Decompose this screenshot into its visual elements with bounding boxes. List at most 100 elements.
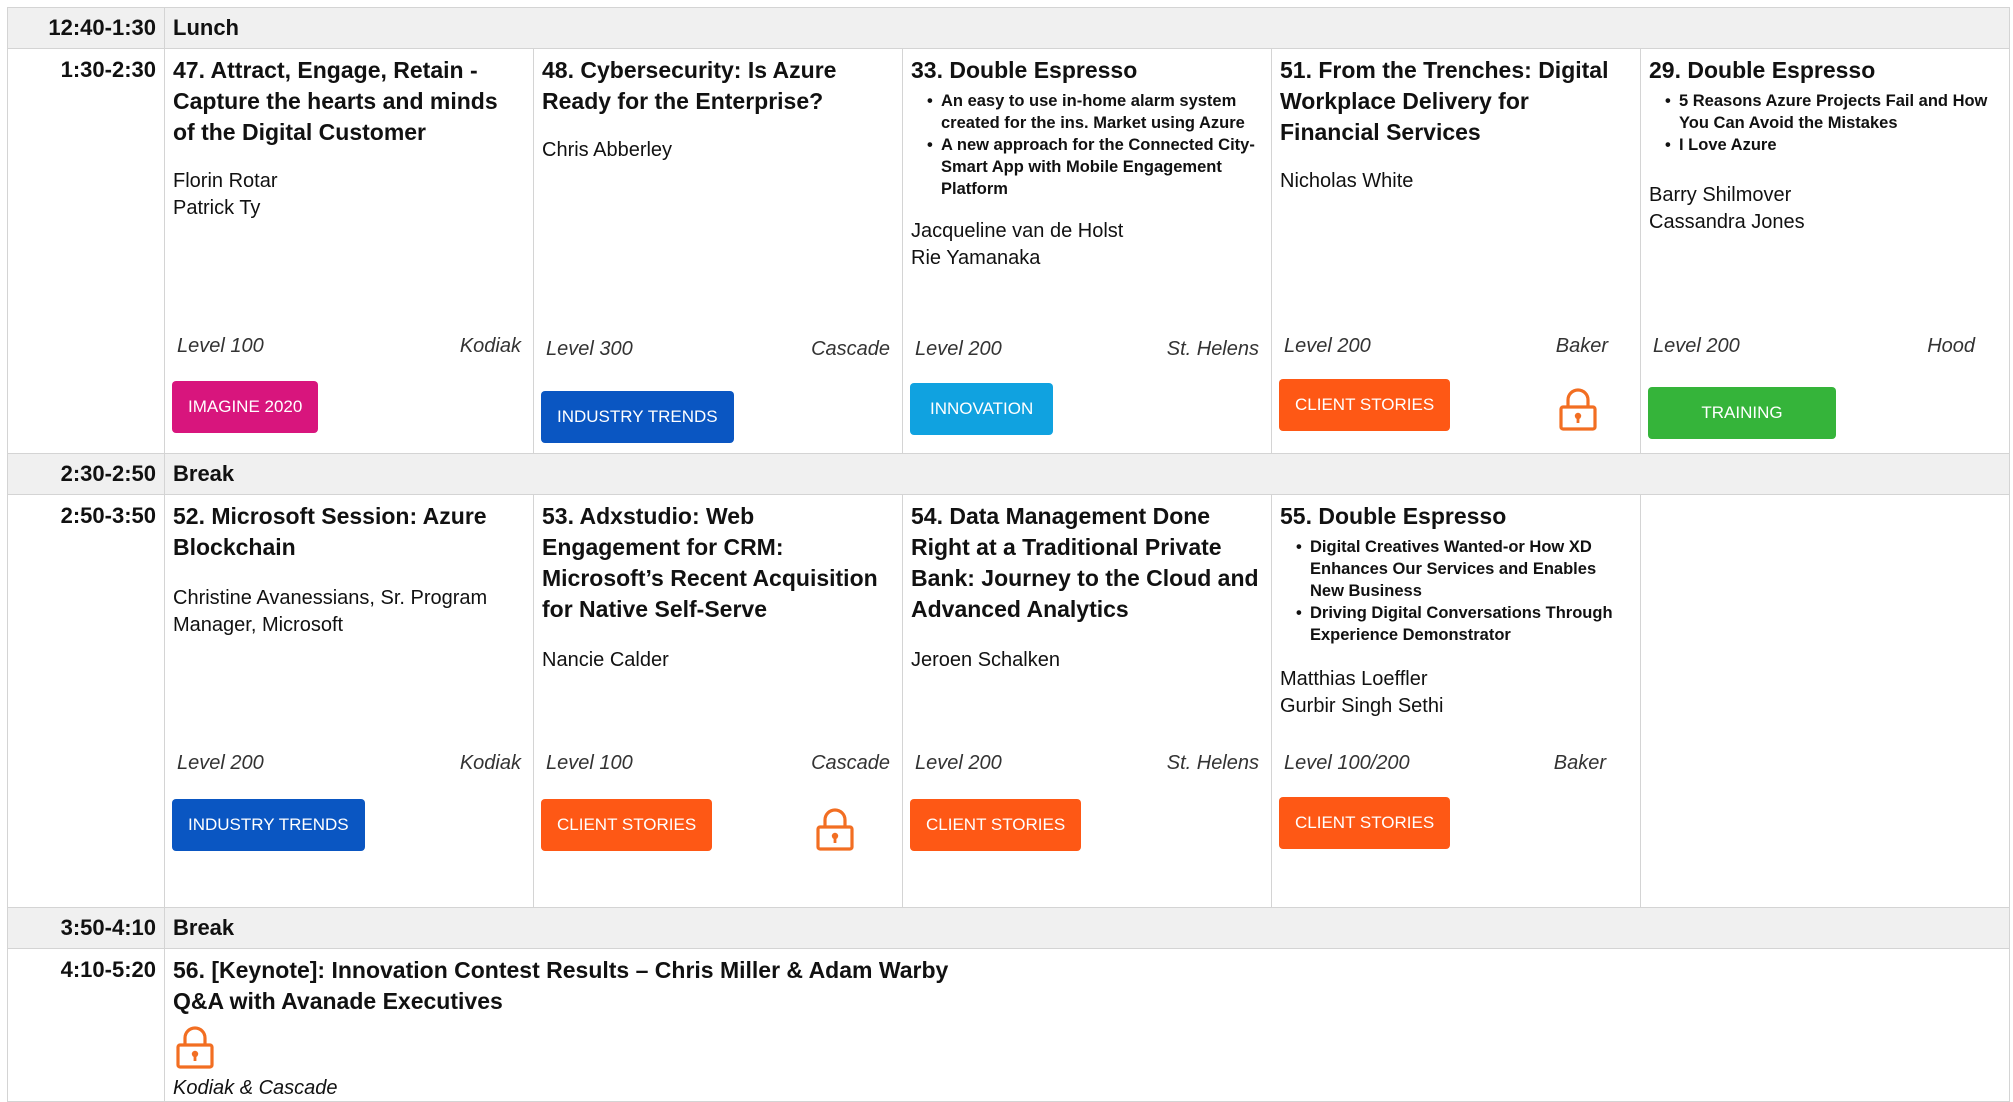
track-tag-industry-trends[interactable]: INDUSTRY TRENDS [541, 391, 734, 443]
keynote-room: Kodiak & Cascade [173, 1077, 338, 1099]
session-title: 52. Microsoft Session: Azure Blockchain [173, 503, 487, 560]
session-room: Kodiak [459, 752, 521, 774]
session-row: 1:30-2:30 47. Attract, Engage, Retain - … [7, 48, 2010, 454]
speaker-list: Nancie Calder [534, 647, 902, 674]
time-label: 2:50-3:50 [60, 503, 156, 528]
speaker-name: Gurbir Singh Sethi [1280, 695, 1444, 717]
speaker-name: Jeroen Schalken [911, 649, 1060, 671]
session-cell[interactable]: 33. Double Espresso An easy to use in-ho… [902, 48, 1272, 454]
lock-icon [176, 1026, 214, 1069]
session-cell[interactable]: 53. Adxstudio: Web Engagement for CRM: M… [533, 494, 903, 908]
session-level: Level 100/200 [1284, 752, 1410, 774]
session-level: Level 200 [915, 752, 1002, 774]
speaker-name: Cassandra Jones [1649, 211, 1805, 233]
session-level: Level 200 [915, 338, 1002, 360]
time-label: 12:40-1:30 [48, 15, 156, 40]
session-cell[interactable]: 51. From the Trenches: Digital Workplace… [1271, 48, 1641, 454]
agenda-schedule-table: 12:40-1:30 Lunch 1:30-2:30 47. Attract, … [7, 7, 2010, 1102]
keynote-row: 4:10-5:20 56. [Keynote]: Innovation Cont… [7, 948, 2010, 1102]
session-level: Level 200 [1284, 335, 1371, 357]
session-cell[interactable]: 47. Attract, Engage, Retain - Capture th… [164, 48, 534, 454]
session-topics: 5 Reasons Azure Projects Fail and How Yo… [1641, 90, 2009, 156]
session-level: Level 100 [546, 752, 633, 774]
keynote-title: 56. [Keynote]: Innovation Contest Result… [165, 949, 2009, 1017]
speaker-list: Christine Avanessians, Sr. Program Manag… [165, 585, 533, 639]
time-label: 4:10-5:20 [60, 957, 156, 982]
track-tag-client-stories[interactable]: CLIENT STORIES [1279, 797, 1451, 849]
speaker-list: Matthias Loeffler Gurbir Singh Sethi [1272, 666, 1640, 720]
break-label: Break [173, 915, 235, 940]
time-label: 2:30-2:50 [60, 461, 156, 486]
keynote-cell[interactable]: 56. [Keynote]: Innovation Contest Result… [164, 948, 2010, 1102]
topic-item: Digital Creatives Wanted-or How XD Enhan… [1296, 536, 1632, 602]
speaker-name: Nicholas White [1280, 170, 1414, 192]
lock-icon [816, 808, 854, 851]
track-tag-client-stories[interactable]: CLIENT STORIES [1279, 379, 1451, 431]
speaker-name: Nancie Calder [542, 649, 669, 671]
lock-icon [1559, 388, 1597, 431]
session-cell[interactable]: 29. Double Espresso 5 Reasons Azure Proj… [1640, 48, 2010, 454]
break-label: Break [173, 461, 235, 486]
track-tag-innovation[interactable]: INNOVATION [910, 383, 1054, 435]
track-tag-imagine-2020[interactable]: IMAGINE 2020 [172, 381, 319, 433]
topic-item: An easy to use in-home alarm system crea… [927, 90, 1263, 134]
session-title: 51. From the Trenches: Digital Workplace… [1280, 57, 1609, 145]
speaker-list: Jacqueline van de Holst Rie Yamanaka [903, 218, 1271, 272]
session-topics: An easy to use in-home alarm system crea… [903, 90, 1271, 200]
session-room: Cascade [811, 338, 890, 360]
break-row: 2:30-2:50 Break [7, 453, 2010, 495]
topic-item: Driving Digital Conversations Through Ex… [1296, 602, 1632, 646]
topic-item: 5 Reasons Azure Projects Fail and How Yo… [1665, 90, 2001, 134]
break-row: 3:50-4:10 Break [7, 907, 2010, 949]
topic-item: A new approach for the Connected City-Sm… [927, 134, 1263, 200]
keynote-subtitle-line: Q&A with Avanade Executives [173, 988, 503, 1014]
speaker-name: Christine Avanessians, Sr. Program Manag… [173, 587, 488, 636]
track-tag-training[interactable]: TRAINING [1648, 387, 1836, 439]
session-topics: Digital Creatives Wanted-or How XD Enhan… [1272, 536, 1640, 646]
empty-session-cell [1640, 494, 2010, 908]
session-room: Baker [1553, 752, 1606, 774]
track-tag-client-stories[interactable]: CLIENT STORIES [910, 799, 1082, 851]
session-cell[interactable]: 48. Cybersecurity: Is Azure Ready for th… [533, 48, 903, 454]
session-title: 29. Double Espresso [1649, 57, 1876, 83]
session-title: 54. Data Management Done Right at a Trad… [911, 503, 1259, 622]
track-tag-industry-trends[interactable]: INDUSTRY TRENDS [172, 799, 365, 851]
session-title: 48. Cybersecurity: Is Azure Ready for th… [542, 57, 837, 114]
time-label: 1:30-2:30 [60, 57, 156, 82]
lunch-row: 12:40-1:30 Lunch [7, 7, 2010, 49]
session-room: St. Helens [1166, 752, 1259, 774]
speaker-name: Patrick Ty [173, 197, 261, 219]
track-tag-client-stories[interactable]: CLIENT STORIES [541, 799, 713, 851]
session-level: Level 200 [1653, 335, 1740, 357]
session-level: Level 300 [546, 338, 633, 360]
speaker-list: Jeroen Schalken [903, 647, 1271, 674]
session-room: Hood [1927, 335, 1975, 357]
speaker-name: Barry Shilmover [1649, 184, 1792, 206]
session-room: Kodiak [459, 335, 521, 357]
speaker-name: Matthias Loeffler [1280, 668, 1428, 690]
session-cell[interactable]: 54. Data Management Done Right at a Trad… [902, 494, 1272, 908]
session-room: St. Helens [1166, 338, 1259, 360]
session-cell[interactable]: 55. Double Espresso Digital Creatives Wa… [1271, 494, 1641, 908]
break-label: Lunch [173, 15, 239, 40]
speaker-list: Nicholas White [1272, 168, 1640, 195]
speaker-list: Chris Abberley [534, 137, 902, 164]
session-title: 33. Double Espresso [911, 57, 1138, 83]
session-room: Cascade [811, 752, 890, 774]
session-row: 2:50-3:50 52. Microsoft Session: Azure B… [7, 494, 2010, 908]
session-title: 53. Adxstudio: Web Engagement for CRM: M… [542, 503, 878, 622]
session-level: Level 100 [177, 335, 264, 357]
topic-item: I Love Azure [1665, 134, 2001, 156]
session-room: Baker [1555, 335, 1608, 357]
time-label: 3:50-4:10 [60, 915, 156, 940]
speaker-name: Florin Rotar [173, 170, 278, 192]
keynote-title-line: 56. [Keynote]: Innovation Contest Result… [173, 957, 949, 983]
speaker-name: Chris Abberley [542, 139, 673, 161]
session-cell[interactable]: 52. Microsoft Session: Azure Blockchain … [164, 494, 534, 908]
session-title: 55. Double Espresso [1280, 503, 1507, 529]
speaker-list: Barry Shilmover Cassandra Jones [1641, 182, 2009, 236]
session-level: Level 200 [177, 752, 264, 774]
session-title: 47. Attract, Engage, Retain - Capture th… [173, 57, 498, 145]
speaker-list: Florin Rotar Patrick Ty [165, 168, 533, 222]
speaker-name: Rie Yamanaka [911, 247, 1041, 269]
